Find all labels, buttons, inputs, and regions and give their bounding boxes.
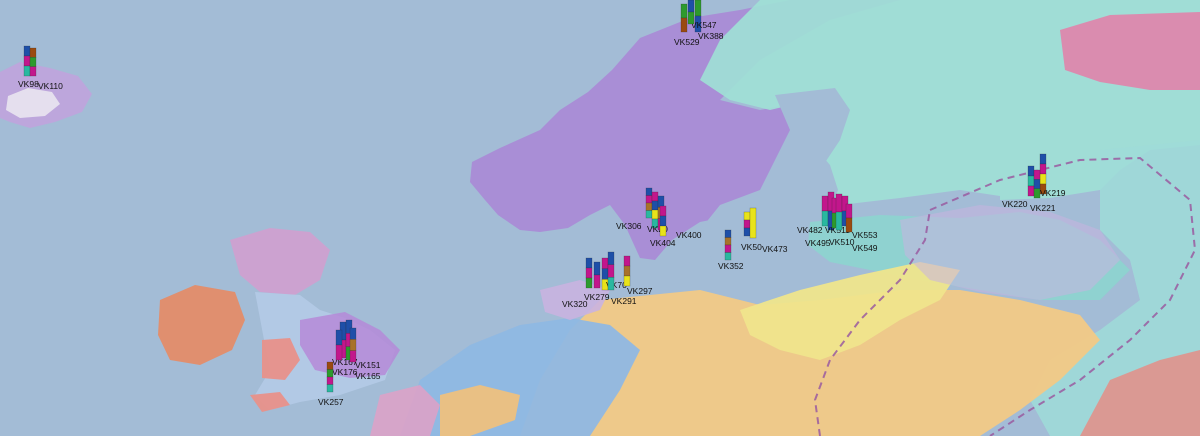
sample-label: VK151 [355, 360, 381, 370]
sample-bar-segment [749, 207, 757, 239]
sample-bar-segment [724, 229, 732, 238]
sample-bar-segment [1027, 165, 1035, 177]
sample-label: VK482 [797, 225, 823, 235]
sample-bar-segment [651, 191, 659, 202]
sample-bar-segment [607, 277, 615, 291]
sample-bar-segment [593, 274, 601, 289]
sample-bar-segment [23, 45, 31, 57]
sample-bar-segment [23, 55, 31, 67]
sample-bar-segment [623, 265, 631, 277]
sample-bar-segment [1039, 163, 1047, 175]
sample-bar-segment [1027, 185, 1035, 197]
sample-label: VK279 [584, 292, 610, 302]
sample-label: VK176 [332, 367, 358, 377]
sample-bar-segment [659, 225, 667, 237]
sample-bar-segment [349, 327, 357, 340]
sample-bar-segment [645, 202, 653, 211]
sample-bar-segment [29, 66, 37, 77]
sample-bar-segment [821, 195, 829, 212]
sample-bar-segment [607, 251, 615, 265]
sample-label: VK352 [718, 261, 744, 271]
sample-bar-segment [326, 369, 334, 378]
sample-bar-segment [349, 350, 357, 363]
sample-bar-segment [680, 17, 688, 33]
sample-label: VK473 [762, 244, 788, 254]
sample-label: VK220 [1002, 199, 1028, 209]
sample-bar-segment [694, 0, 702, 17]
sample-bar-segment [659, 215, 667, 227]
sample-bar-segment [651, 209, 659, 220]
sample-label: VK110 [38, 81, 63, 91]
sample-label: VK219 [1040, 188, 1066, 198]
sample-bar-segment [835, 211, 843, 231]
sample-bar-segment [585, 267, 593, 279]
sample-label: VK221 [1030, 203, 1056, 213]
sample-label: VK165 [355, 371, 381, 381]
sample-bar-segment [1033, 169, 1041, 180]
sample-bar-segment [657, 195, 665, 208]
sample-bar-segment [601, 257, 609, 269]
sample-bar-segment [29, 47, 37, 58]
sample-bar-segment [1033, 188, 1041, 199]
map-canvas[interactable]: VK98 VK110VK529VK547VK388VK306 VK20VK400VK… [0, 0, 1200, 436]
sample-bar-segment [601, 268, 609, 280]
sample-bar-segment [724, 252, 732, 261]
sample-bar-segment [645, 195, 653, 204]
sample-bar-segment [845, 203, 853, 219]
sample-bar-segment [659, 205, 667, 217]
sample-bar-segment [335, 329, 343, 346]
sample-bar-segment [23, 65, 31, 77]
sample-bar-segment [835, 193, 843, 213]
sample-bar-segment [585, 277, 593, 289]
sample-bar-segment [743, 211, 751, 221]
sample-bar-segment [349, 339, 357, 351]
sample-bar-segment [29, 57, 37, 67]
sample-bar-segment [607, 264, 615, 278]
sample-bar-segment [326, 376, 334, 385]
sample-bar-segment [821, 210, 829, 227]
sample-label: VK529 [674, 37, 700, 47]
sample-bar-segment [743, 219, 751, 229]
sample-label: VK291 [611, 296, 637, 306]
sample-bar-segment [743, 227, 751, 237]
sample-label: VK306 [616, 221, 642, 231]
sample-bar-segment [1027, 175, 1035, 187]
sample-label: VK553 [852, 230, 878, 240]
sample-bar-segment [623, 275, 631, 287]
sample-bar-segment [687, 0, 695, 13]
sample-label: VK495 [805, 238, 831, 248]
sample-label: VK297 [627, 286, 653, 296]
sample-bar-segment [687, 11, 695, 25]
sample-label: VK547 [691, 20, 717, 30]
sample-bar-segment [645, 210, 653, 219]
sample-label: VK257 [318, 397, 344, 407]
sample-bar-segment [585, 257, 593, 269]
sample-label: VK404 [650, 238, 676, 248]
map-view[interactable]: VK98 VK110 VK529 VK547 VK388 VK306 VK20 VK400 VK… [0, 0, 1200, 436]
sample-label: VK510 [829, 237, 855, 247]
sample-bar-segment [326, 361, 334, 370]
sample-bar-segment [680, 3, 688, 19]
sample-bar-segment [724, 237, 732, 246]
sample-bar-segment [724, 244, 732, 253]
sample-bar-segment [1039, 173, 1047, 185]
sample-bar-segment [326, 384, 334, 393]
sample-bar-segment [335, 344, 343, 361]
sample-bar-segment [623, 255, 631, 267]
sample-bar-segment [651, 200, 659, 211]
sample-bar-segment [1039, 153, 1047, 165]
sample-bar-segment [845, 217, 853, 233]
sample-label: VK388 [698, 31, 724, 41]
sample-bar-segment [645, 187, 653, 196]
sample-label: VK98 [18, 79, 39, 89]
sample-label: VK549 [852, 243, 878, 253]
sample-label: VK50 [741, 242, 762, 252]
sample-bar-segment [1033, 179, 1041, 189]
sample-label: VK400 [676, 230, 702, 240]
sample-bar-segment [593, 261, 601, 276]
